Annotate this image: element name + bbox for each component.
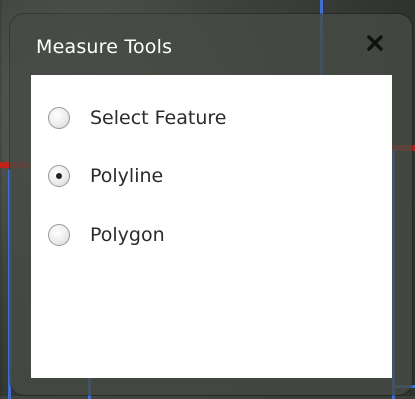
option-polyline[interactable]: Polyline xyxy=(48,165,163,187)
option-label-select-feature: Select Feature xyxy=(90,107,227,129)
radio-polyline[interactable] xyxy=(48,165,70,187)
close-button[interactable] xyxy=(362,30,388,56)
option-polygon[interactable]: Polygon xyxy=(48,224,165,246)
close-icon xyxy=(367,35,383,51)
window-title: Measure Tools xyxy=(36,36,173,58)
measure-tools-window: Measure Tools Select Feature Polyline Po… xyxy=(10,14,412,395)
radio-select-feature[interactable] xyxy=(48,107,70,129)
measure-options-panel: Select Feature Polyline Polygon xyxy=(31,75,392,378)
option-label-polygon: Polygon xyxy=(90,224,165,246)
option-label-polyline: Polyline xyxy=(90,165,164,187)
option-select-feature[interactable]: Select Feature xyxy=(48,107,226,129)
radio-polygon[interactable] xyxy=(48,224,70,246)
